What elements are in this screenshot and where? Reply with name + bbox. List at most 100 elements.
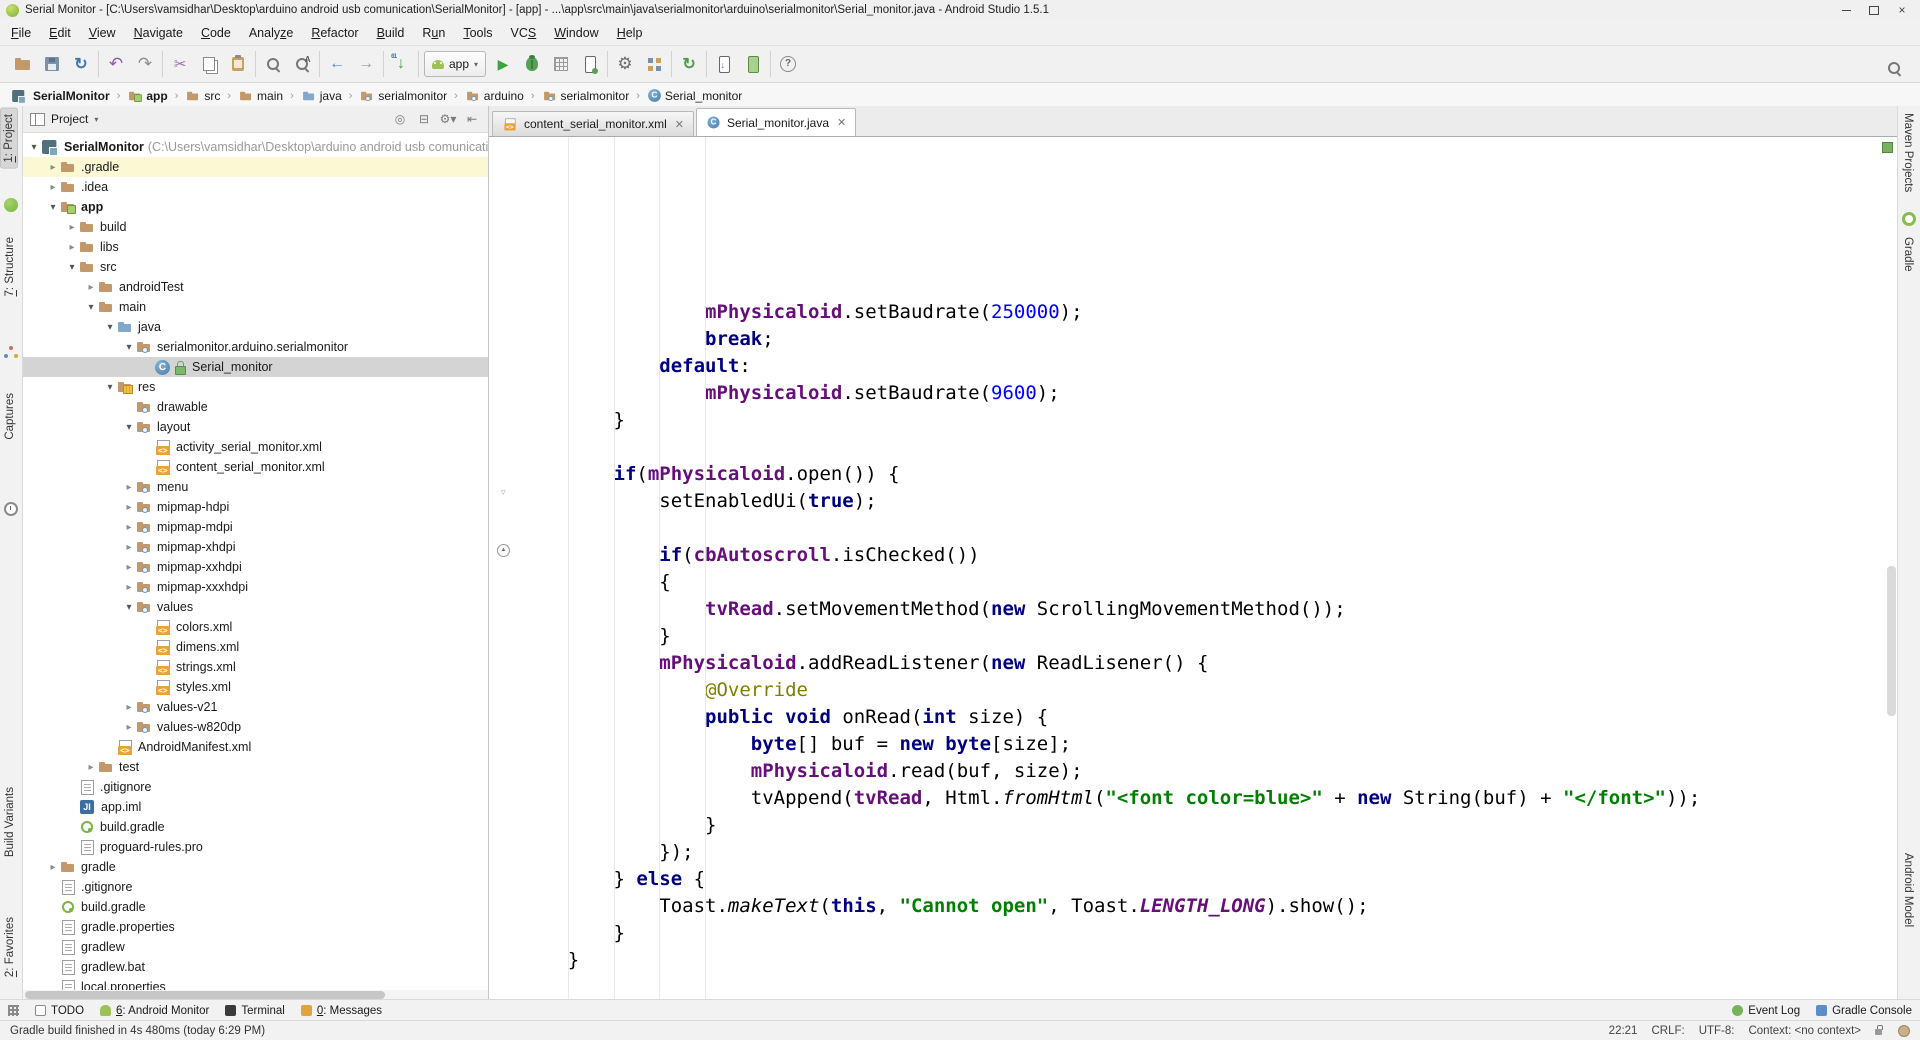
tree-item-layout[interactable]: ▾layout	[23, 417, 488, 437]
redo-icon[interactable]: ↷	[133, 52, 157, 76]
tree-item-build-gradle[interactable]: build.gradle	[23, 817, 488, 837]
coverage-icon[interactable]	[549, 52, 573, 76]
tree-item-src[interactable]: ▾src	[23, 257, 488, 277]
menu-view[interactable]: View	[80, 22, 125, 44]
tool-window-button-0-messages[interactable]: 0: Messages	[301, 1005, 382, 1017]
editor-tab-serial-monitor-java[interactable]: Serial_monitor.java✕	[696, 108, 856, 136]
forward-icon[interactable]: →	[354, 52, 378, 76]
tool-window-tab-maven-projects[interactable]: Maven Projects	[1900, 108, 1916, 197]
collapsed-arrow-icon[interactable]: ▸	[122, 542, 136, 553]
tree-item-build[interactable]: ▸build	[23, 217, 488, 237]
resource-context[interactable]: Context: <no context>	[1748, 1025, 1861, 1037]
maximize-button[interactable]	[1860, 1, 1888, 19]
expanded-arrow-icon[interactable]: ▾	[46, 202, 60, 213]
fold-gutter-icon[interactable]: ▿	[501, 487, 506, 498]
collapsed-arrow-icon[interactable]: ▸	[46, 862, 60, 873]
override-gutter-icon[interactable]: ▲	[497, 544, 510, 557]
collapsed-arrow-icon[interactable]: ▸	[65, 242, 79, 253]
menu-edit[interactable]: Edit	[40, 22, 80, 44]
collapsed-arrow-icon[interactable]: ▸	[65, 222, 79, 233]
run-icon[interactable]: ▶	[491, 52, 515, 76]
expanded-arrow-icon[interactable]: ▾	[84, 302, 98, 313]
tree-item-mipmap-mdpi[interactable]: ▸mipmap-mdpi	[23, 517, 488, 537]
tree-item-serialmonitor-arduino-serialmonitor[interactable]: ▾serialmonitor.arduino.serialmonitor	[23, 337, 488, 357]
make-project-icon[interactable]: ↓01	[389, 52, 413, 76]
tool-window-tab-1-project[interactable]: 1: Project	[0, 108, 18, 169]
expanded-arrow-icon[interactable]: ▾	[27, 142, 41, 153]
breadcrumb-item-java[interactable]: java	[299, 87, 344, 105]
close-tab-icon[interactable]: ✕	[837, 116, 846, 129]
tree-item-serial-monitor[interactable]: Serial_monitor	[23, 357, 488, 377]
collapsed-arrow-icon[interactable]: ▸	[122, 502, 136, 513]
menu-tools[interactable]: Tools	[454, 22, 501, 44]
sync-gradle-icon[interactable]: ↻	[677, 52, 701, 76]
tree-item-mipmap-xxhdpi[interactable]: ▸mipmap-xxhdpi	[23, 557, 488, 577]
tree-item-styles-xml[interactable]: styles.xml	[23, 677, 488, 697]
code-editor[interactable]: mPhysicaloid.setBaudrate(250000); break;…	[489, 137, 1897, 1000]
collapsed-arrow-icon[interactable]: ▸	[84, 762, 98, 773]
expanded-arrow-icon[interactable]: ▾	[122, 342, 136, 353]
lock-icon[interactable]	[1875, 1025, 1884, 1036]
collapsed-arrow-icon[interactable]: ▸	[84, 282, 98, 293]
tool-window-button-todo[interactable]: TODO	[35, 1005, 84, 1017]
tree-item-values-v21[interactable]: ▸values-v21	[23, 697, 488, 717]
project-pane-dropdown-icon[interactable]: ▾	[94, 115, 98, 124]
cut-icon[interactable]: ✂	[168, 52, 192, 76]
settings-icon[interactable]: ⚙	[613, 52, 637, 76]
expanded-arrow-icon[interactable]: ▾	[65, 262, 79, 273]
tool-window-tab-2-favorites[interactable]: 2: Favorites	[2, 912, 18, 982]
menu-analyze[interactable]: Analyze	[240, 22, 302, 44]
hide-panel-icon[interactable]: ⇤	[463, 112, 481, 126]
tree-item-menu[interactable]: ▸menu	[23, 477, 488, 497]
tree-item-values[interactable]: ▾values	[23, 597, 488, 617]
expanded-arrow-icon[interactable]: ▾	[103, 322, 117, 333]
tree-item--idea[interactable]: ▸.idea	[23, 177, 488, 197]
replace-icon[interactable]: A	[290, 52, 314, 76]
android-monitor-green-icon[interactable]	[4, 198, 18, 212]
paste-icon[interactable]	[226, 52, 250, 76]
file-encoding[interactable]: UTF-8:	[1699, 1025, 1735, 1037]
synchronize-icon[interactable]: ↻	[69, 52, 93, 76]
line-separator[interactable]: CRLF:	[1651, 1025, 1684, 1037]
tree-item-activity-serial-monitor-xml[interactable]: activity_serial_monitor.xml	[23, 437, 488, 457]
tree-item--gradle[interactable]: ▸.gradle	[23, 157, 488, 177]
editor-vscrollbar[interactable]	[1887, 566, 1896, 716]
breadcrumb-item-main[interactable]: main	[236, 87, 285, 105]
tree-item-drawable[interactable]: drawable	[23, 397, 488, 417]
gradle-elephant-icon[interactable]	[1902, 212, 1916, 226]
tool-window-button-terminal[interactable]: Terminal	[225, 1005, 284, 1017]
collapsed-arrow-icon[interactable]: ▸	[122, 722, 136, 733]
breadcrumb-item-app[interactable]: app	[125, 87, 169, 105]
help-icon[interactable]: ?	[776, 52, 800, 76]
menu-code[interactable]: Code	[192, 22, 240, 44]
tree-item-gradlew[interactable]: gradlew	[23, 937, 488, 957]
tree-item-res[interactable]: ▾res	[23, 377, 488, 397]
breadcrumb-item-serialmonitor[interactable]: serialmonitor	[540, 87, 632, 105]
tree-item-colors-xml[interactable]: colors.xml	[23, 617, 488, 637]
tree-item-androidmanifest-xml[interactable]: AndroidManifest.xml	[23, 737, 488, 757]
structure-dots-icon[interactable]	[4, 346, 18, 360]
collapse-all-icon[interactable]: ⊟	[415, 112, 433, 126]
project-pane-title[interactable]: Project	[51, 112, 88, 126]
breadcrumb-item-serialmonitor[interactable]: SerialMonitor	[8, 87, 112, 105]
collapsed-arrow-icon[interactable]: ▸	[122, 522, 136, 533]
breadcrumb-item-src[interactable]: src	[183, 87, 222, 105]
tree-item-strings-xml[interactable]: strings.xml	[23, 657, 488, 677]
collapsed-arrow-icon[interactable]: ▸	[46, 162, 60, 173]
minimize-button[interactable]	[1832, 1, 1860, 19]
expanded-arrow-icon[interactable]: ▾	[122, 602, 136, 613]
collapsed-arrow-icon[interactable]: ▸	[122, 582, 136, 593]
avd-manager-icon[interactable]	[741, 52, 765, 76]
tree-item-content-serial-monitor-xml[interactable]: content_serial_monitor.xml	[23, 457, 488, 477]
tree-item-gradle[interactable]: ▸gradle	[23, 857, 488, 877]
menu-window[interactable]: Window	[545, 22, 607, 44]
breadcrumb-item-arduino[interactable]: arduino	[463, 87, 526, 105]
tree-item-main[interactable]: ▾main	[23, 297, 488, 317]
tree-item-mipmap-xxxhdpi[interactable]: ▸mipmap-xxxhdpi	[23, 577, 488, 597]
tree-item-build-gradle[interactable]: build.gradle	[23, 897, 488, 917]
collapsed-arrow-icon[interactable]: ▸	[122, 702, 136, 713]
expanded-arrow-icon[interactable]: ▾	[122, 422, 136, 433]
inspection-status-icon[interactable]	[1882, 142, 1893, 153]
tree-item-mipmap-xhdpi[interactable]: ▸mipmap-xhdpi	[23, 537, 488, 557]
collapsed-arrow-icon[interactable]: ▸	[122, 562, 136, 573]
